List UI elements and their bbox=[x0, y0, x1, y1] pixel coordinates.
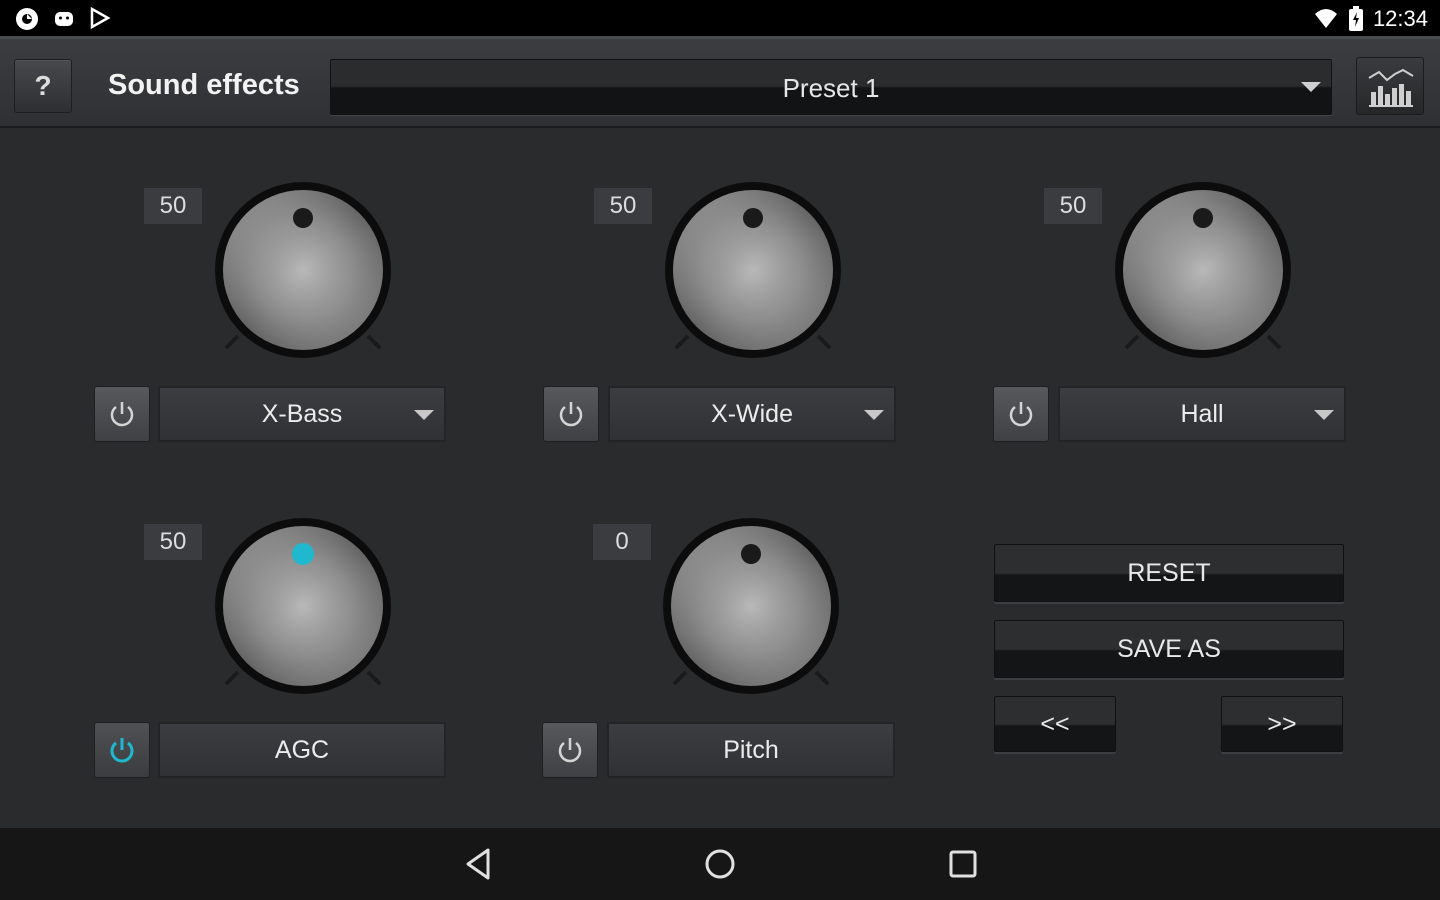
next-preset-button[interactable]: >> bbox=[1221, 696, 1343, 752]
agc-power-button[interactable] bbox=[94, 722, 150, 778]
power-icon bbox=[1009, 402, 1033, 427]
navigation-bar bbox=[0, 828, 1440, 900]
recent-apps-icon[interactable] bbox=[946, 846, 980, 882]
preset-dropdown[interactable]: Preset 1 bbox=[330, 59, 1332, 115]
preset-label: Preset 1 bbox=[782, 73, 880, 103]
chevron-down-icon bbox=[1301, 82, 1321, 92]
status-bar: 12:34 bbox=[0, 0, 1440, 36]
x-bass-mode-dropdown[interactable]: X-Bass bbox=[158, 386, 446, 442]
chevron-down-icon bbox=[414, 410, 434, 420]
power-icon bbox=[110, 402, 134, 427]
hall-value: 50 bbox=[1043, 187, 1103, 225]
x-wide-power-button[interactable] bbox=[543, 386, 599, 442]
pitch-field[interactable]: Pitch bbox=[607, 722, 895, 778]
x-wide-value: 50 bbox=[593, 187, 653, 225]
x-bass-knob[interactable] bbox=[208, 178, 398, 368]
equalizer-icon bbox=[1368, 68, 1414, 107]
x-bass-label: X-Bass bbox=[261, 400, 343, 428]
page-title: Sound effects bbox=[108, 69, 300, 101]
pitch-knob[interactable] bbox=[656, 514, 846, 704]
hall-label: Hall bbox=[1180, 400, 1224, 428]
help-button[interactable]: ? bbox=[14, 59, 72, 113]
status-time: 12:34 bbox=[1372, 6, 1428, 31]
play-store-notification-icon bbox=[90, 6, 111, 30]
wifi-icon bbox=[1315, 9, 1337, 28]
hall-knob[interactable] bbox=[1108, 178, 1298, 368]
equalizer-button[interactable] bbox=[1356, 57, 1424, 115]
agc-value: 50 bbox=[143, 523, 203, 561]
agc-label: AGC bbox=[274, 736, 330, 764]
save-as-button[interactable]: SAVE AS bbox=[994, 620, 1344, 678]
pitch-label: Pitch bbox=[723, 736, 779, 764]
pitch-power-button[interactable] bbox=[542, 722, 598, 778]
hall-power-button[interactable] bbox=[993, 386, 1049, 442]
x-bass-value: 50 bbox=[143, 187, 203, 225]
power-icon bbox=[110, 738, 134, 763]
x-bass-power-button[interactable] bbox=[94, 386, 150, 442]
power-icon bbox=[558, 738, 582, 763]
chevron-down-icon bbox=[864, 410, 884, 420]
agc-field[interactable]: AGC bbox=[158, 722, 446, 778]
x-wide-label: X-Wide bbox=[711, 400, 793, 428]
header-toolbar: ? Sound effects Preset 1 bbox=[0, 36, 1440, 128]
x-wide-knob[interactable] bbox=[658, 178, 848, 368]
battery-icon bbox=[1349, 6, 1363, 31]
hall-mode-dropdown[interactable]: Hall bbox=[1058, 386, 1346, 442]
x-wide-mode-dropdown[interactable]: X-Wide bbox=[608, 386, 896, 442]
reset-button[interactable]: RESET bbox=[994, 544, 1344, 602]
chevron-down-icon bbox=[1314, 410, 1334, 420]
pitch-value: 0 bbox=[592, 523, 652, 561]
home-icon[interactable] bbox=[702, 846, 738, 882]
app-notification-icon bbox=[16, 8, 38, 30]
previous-preset-button[interactable]: << bbox=[994, 696, 1116, 752]
back-icon[interactable] bbox=[462, 846, 494, 882]
agc-knob[interactable] bbox=[208, 514, 398, 704]
android-notification-icon bbox=[55, 12, 73, 26]
power-icon bbox=[559, 402, 583, 427]
